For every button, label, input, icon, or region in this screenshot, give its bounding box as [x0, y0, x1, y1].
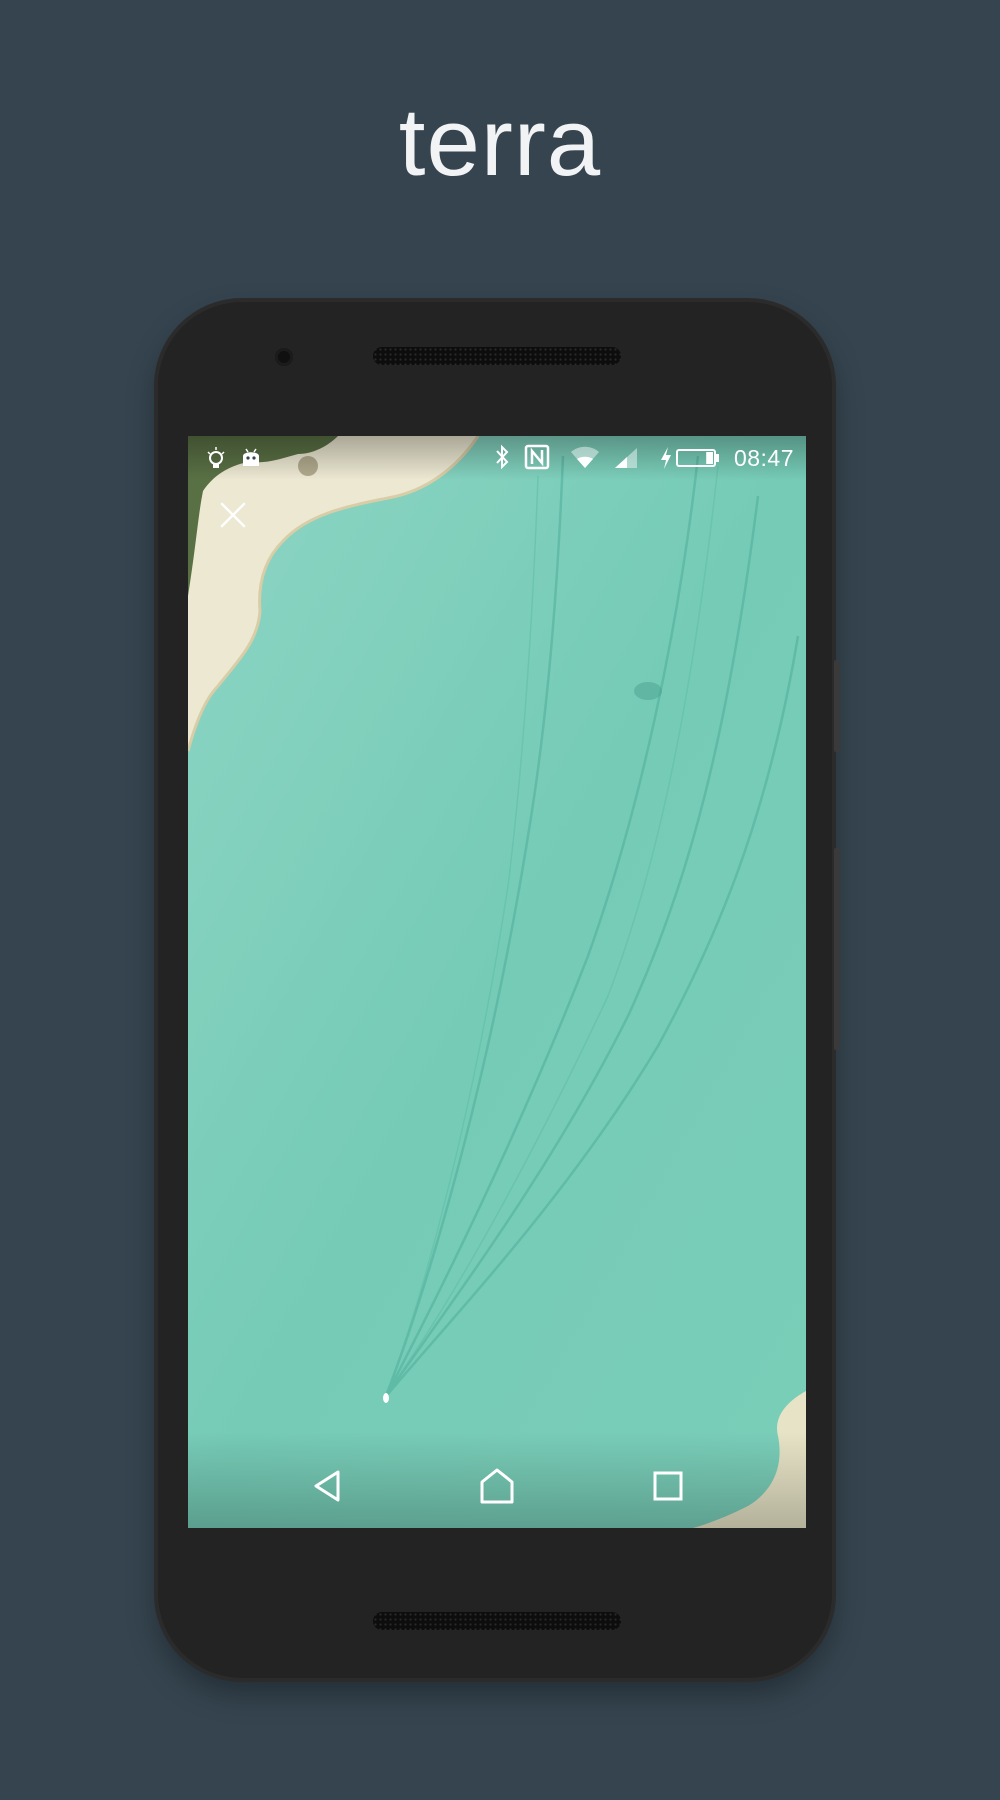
close-icon[interactable] — [218, 500, 248, 530]
back-icon[interactable] — [308, 1466, 348, 1506]
wifi-icon — [571, 446, 599, 468]
recents-icon[interactable] — [648, 1466, 688, 1506]
bottom-speaker-grille — [373, 1612, 621, 1630]
top-speaker-grille — [373, 347, 621, 365]
phone-screen: 08:47 — [188, 436, 806, 1528]
bluetooth-icon — [496, 444, 509, 470]
charging-icon — [661, 447, 671, 469]
cell-signal-icon — [615, 448, 637, 468]
status-time: 08:47 — [733, 445, 794, 471]
volume-rocker — [834, 848, 840, 1050]
nfc-icon — [524, 444, 550, 470]
android-icon — [243, 448, 259, 466]
power-button — [834, 660, 840, 752]
home-icon[interactable] — [477, 1466, 517, 1506]
navigation-bar — [188, 1432, 806, 1528]
promo-title: terra — [398, 89, 602, 196]
lightbulb-icon — [207, 447, 225, 468]
front-camera — [275, 348, 293, 366]
status-bar: 08:47 — [188, 436, 806, 480]
wallpaper-image — [188, 436, 806, 1528]
battery-icon — [676, 449, 719, 467]
